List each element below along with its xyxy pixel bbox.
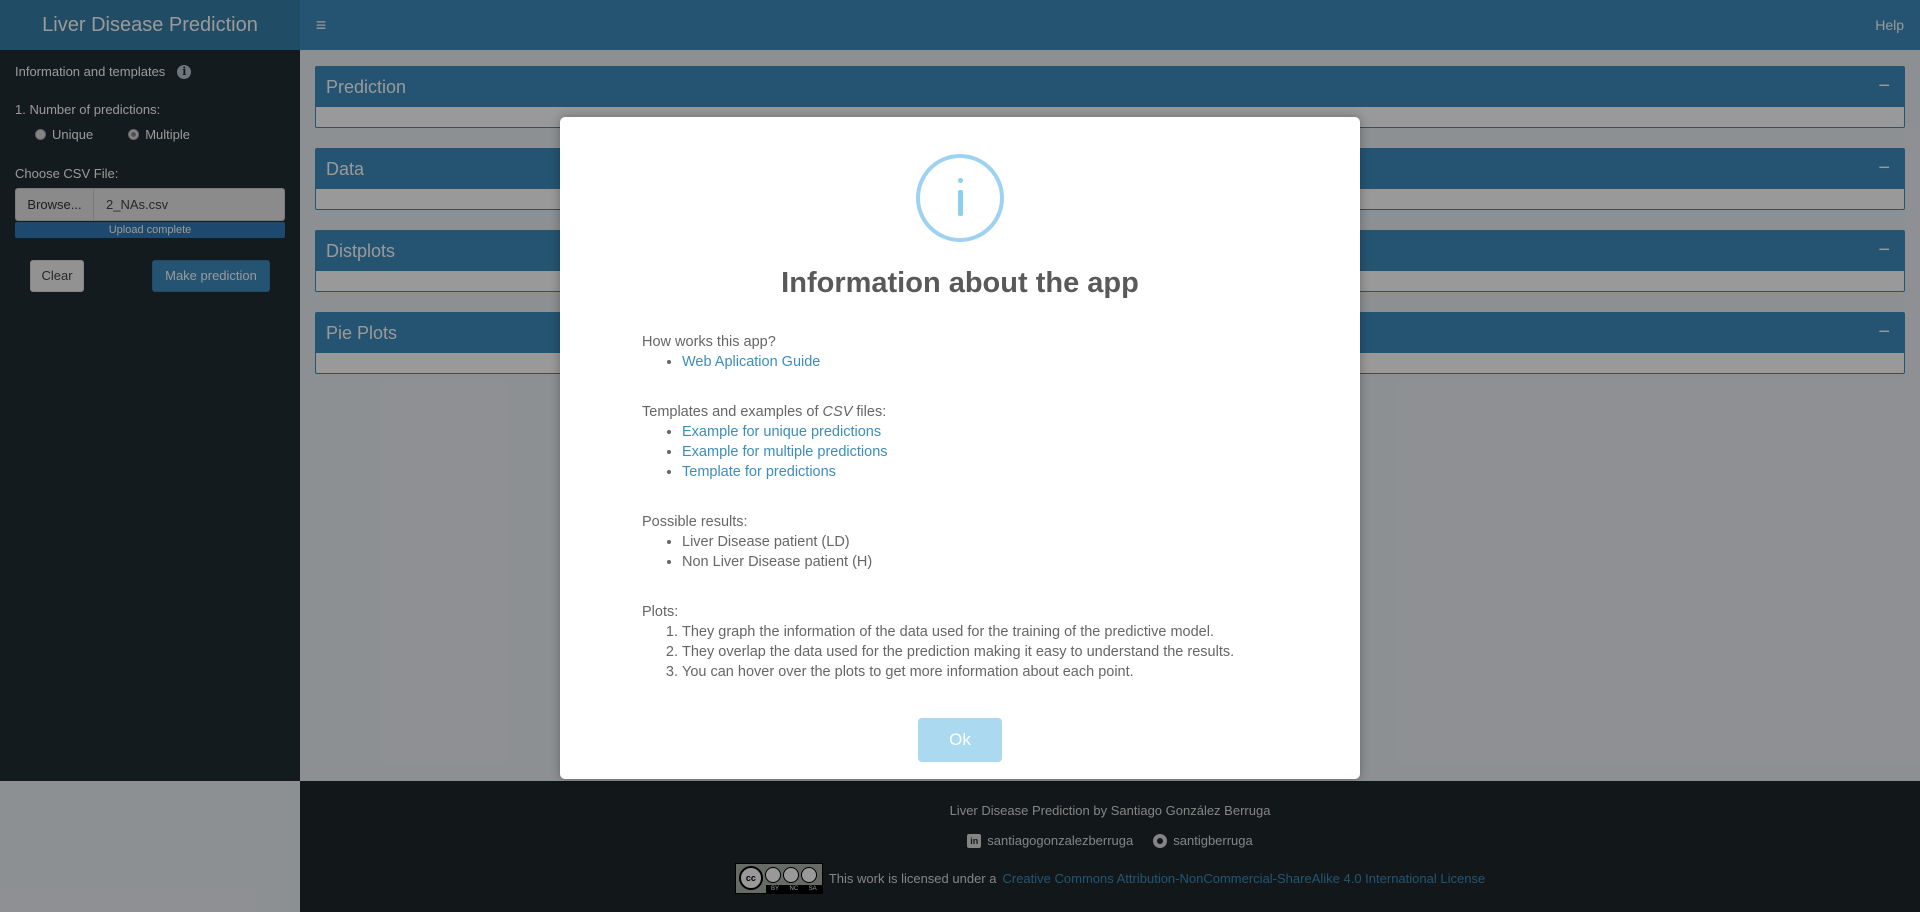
ok-button[interactable]: Ok — [918, 718, 1002, 762]
results-section: Possible results: Liver Disease patient … — [642, 512, 1282, 572]
list-item: Non Liver Disease patient (H) — [682, 552, 1282, 572]
templates-prefix: Templates and examples of — [642, 404, 819, 420]
info-icon-bar — [958, 190, 963, 216]
results-list: Liver Disease patient (LD) Non Liver Dis… — [642, 532, 1282, 572]
list-item: Web Aplication Guide — [682, 352, 1282, 372]
modal-title: Information about the app — [781, 267, 1139, 299]
list-item: Example for multiple predictions — [682, 442, 1282, 462]
list-item: You can hover over the plots to get more… — [682, 662, 1282, 682]
list-item: They overlap the data used for the predi… — [682, 642, 1282, 662]
info-modal: Information about the app How works this… — [560, 117, 1360, 779]
how-list: Web Aplication Guide — [642, 352, 1282, 372]
guide-link[interactable]: Web Aplication Guide — [682, 354, 820, 370]
modal-body: How works this app? Web Aplication Guide… — [642, 332, 1282, 712]
multiple-example-link[interactable]: Example for multiple predictions — [682, 444, 888, 460]
templates-label: Templates and examples of CSV files: — [642, 402, 1282, 422]
templates-em: CSV — [822, 404, 853, 420]
info-icon — [916, 154, 1004, 242]
plots-list: They graph the information of the data u… — [642, 622, 1282, 682]
templates-section: Templates and examples of CSV files: Exa… — [642, 402, 1282, 482]
list-item: Example for unique predictions — [682, 422, 1282, 442]
list-item: They graph the information of the data u… — [682, 622, 1282, 642]
list-item: Template for predictions — [682, 462, 1282, 482]
plots-section: Plots: They graph the information of the… — [642, 602, 1282, 682]
how-section: How works this app? Web Aplication Guide — [642, 332, 1282, 372]
plots-label: Plots: — [642, 604, 679, 620]
unique-example-link[interactable]: Example for unique predictions — [682, 424, 881, 440]
template-link[interactable]: Template for predictions — [682, 464, 836, 480]
templates-suffix: files: — [856, 404, 887, 420]
templates-list: Example for unique predictions Example f… — [642, 422, 1282, 482]
results-label: Possible results: — [642, 514, 748, 530]
list-item: Liver Disease patient (LD) — [682, 532, 1282, 552]
info-icon-dot — [958, 178, 963, 183]
how-label: How works this app? — [642, 334, 776, 350]
